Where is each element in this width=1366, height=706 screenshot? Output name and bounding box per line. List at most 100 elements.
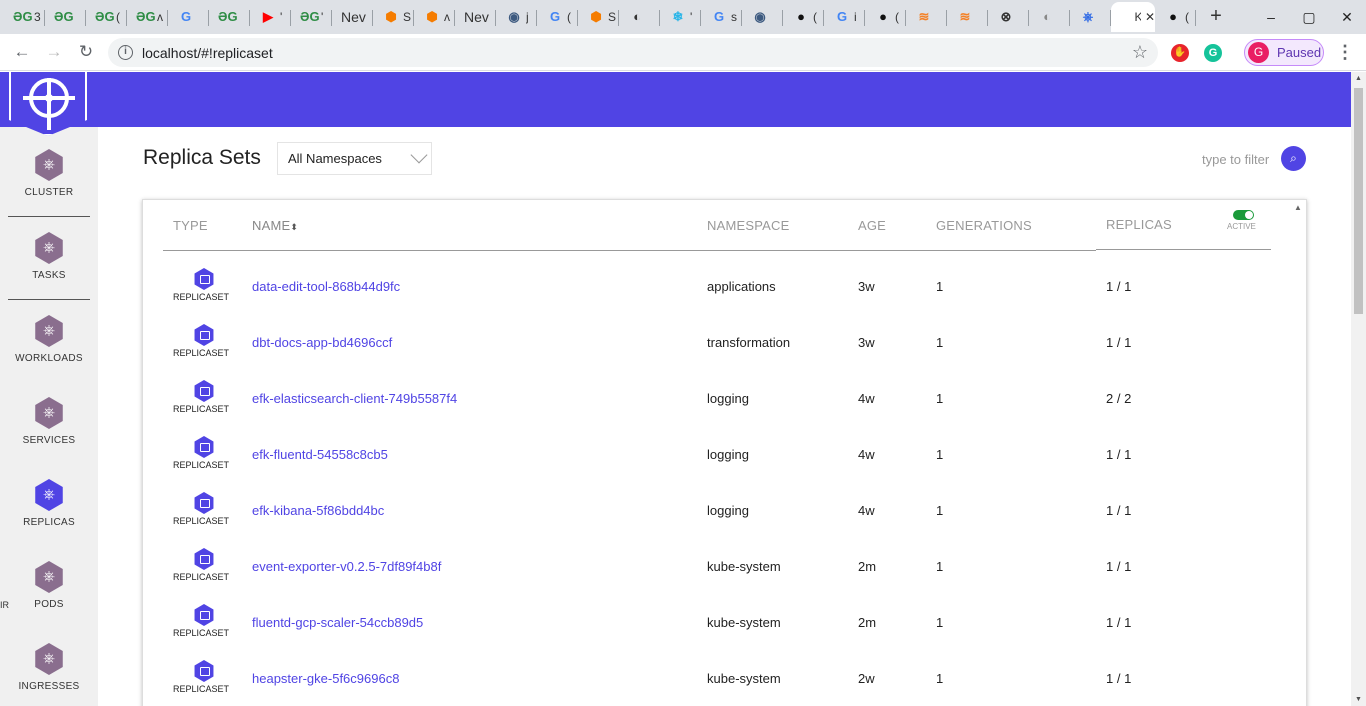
browser-tab[interactable]: G(	[537, 2, 578, 32]
replicaset-name-link[interactable]: heapster-gke-5f6c9696c8	[252, 671, 399, 686]
sort-icon[interactable]: ⬍	[290, 222, 298, 232]
browser-tab[interactable]: Gi	[824, 2, 865, 32]
forward-icon[interactable]: →	[44, 42, 64, 62]
browser-tab[interactable]: ƏG	[209, 2, 250, 32]
type-label: REPLICASET	[173, 348, 230, 358]
replicaset-icon	[194, 548, 214, 570]
browser-tab[interactable]: ●(	[865, 2, 906, 32]
replicaset-icon	[194, 436, 214, 458]
tab-favicon-icon: ◉	[754, 9, 766, 24]
maximize-button[interactable]: ▢	[1290, 0, 1328, 34]
sidebar-item-pods[interactable]: ⎈ PODS	[0, 561, 98, 610]
browser-tab[interactable]: ≋	[906, 2, 947, 32]
scrollbar-thumb[interactable]	[1354, 88, 1363, 314]
back-icon[interactable]: ←	[12, 42, 32, 62]
browser-tab[interactable]: ⎈	[1070, 2, 1111, 32]
tab-title: s	[731, 10, 737, 24]
tab-favicon-icon: Nev	[464, 9, 489, 25]
browser-tab-strip: ƏG 3 ƏG ƏG(ƏG ʌ G ƏG ▶ ' ƏG ' Nev ⬢ S ⬢ ʌ Nev ◉ j G(⬢ S ◐ ❄ ' Gs…	[0, 0, 1366, 34]
tab-list: ƏG 3 ƏG ƏG(ƏG ʌ G ƏG ▶ ' ƏG ' Nev ⬢ S ⬢ ʌ Nev ◉ j G(⬢ S ◐ ❄ ' Gs…	[4, 2, 1196, 34]
browser-tab[interactable]: ●(	[783, 2, 824, 32]
page-scrollbar[interactable]: ▲ ▼	[1351, 72, 1366, 706]
sidebar-item-ingresses[interactable]: ⎈ INGRESSES	[0, 643, 98, 692]
grammarly-extension-icon[interactable]: G	[1204, 44, 1222, 62]
tab-close-icon[interactable]: ✕	[1145, 10, 1155, 24]
new-tab-button[interactable]: +	[1206, 6, 1226, 28]
browser-tab[interactable]: ƏG ʌ	[127, 2, 168, 32]
active-toggle[interactable]	[1233, 210, 1254, 220]
page-viewport: ⎈ CLUSTER ⎈ TASKS ⎈ WORKLOADS ⎈ SERVICES ⎈ REPLIC…	[0, 72, 1351, 706]
chevron-down-icon	[410, 146, 428, 164]
namespace-select[interactable]: All Namespaces	[277, 142, 432, 175]
browser-tab[interactable]: ▶ '	[250, 2, 291, 32]
tab-favicon-icon: ƏG	[300, 9, 320, 24]
sidebar-item-cluster[interactable]: ⎈ CLUSTER	[0, 149, 98, 198]
table-scroll-up-icon[interactable]: ▲	[1294, 203, 1302, 212]
browser-tab[interactable]: ◉	[742, 2, 783, 32]
browser-tab[interactable]: ◉ j	[496, 2, 537, 32]
browser-tab[interactable]: ƏG '	[291, 2, 332, 32]
replicaset-name-link[interactable]: event-exporter-v0.2.5-7df89f4b8f	[252, 559, 441, 574]
browser-tab[interactable]: ❄ '	[660, 2, 701, 32]
search-icon[interactable]: ⌕	[1281, 146, 1306, 171]
replicaset-name-link[interactable]: efk-fluentd-54558c8cb5	[252, 447, 388, 462]
app-header	[0, 72, 1351, 127]
site-info-icon[interactable]: i	[118, 45, 133, 60]
namespace-cell: kube-system	[707, 671, 781, 686]
bookmark-star-icon[interactable]: ☆	[1132, 42, 1148, 63]
browser-tab[interactable]: ≋	[947, 2, 988, 32]
tab-favicon-icon: ƏG	[54, 9, 74, 24]
scroll-up-icon[interactable]: ▲	[1355, 75, 1362, 82]
profile-status: Paused	[1277, 45, 1322, 60]
browser-tab[interactable]: ƏG 3	[4, 2, 45, 32]
tab-active[interactable]: K ✕	[1111, 2, 1155, 32]
generations-cell: 1	[936, 615, 944, 630]
replicaset-name-link[interactable]: data-edit-tool-868b44d9fc	[252, 279, 400, 294]
sidebar-item-tasks[interactable]: ⎈ TASKS	[0, 232, 98, 281]
browser-tab[interactable]: ⬢ ʌ	[414, 2, 455, 32]
replicaset-name-link[interactable]: efk-elasticsearch-client-749b5587f4	[252, 391, 457, 406]
browser-tab[interactable]: Gs	[701, 2, 742, 32]
browser-tab[interactable]: ƏG(	[86, 2, 127, 32]
address-bar[interactable]: i localhost/#!replicaset ☆	[108, 38, 1158, 67]
browser-tab[interactable]: ◐	[1029, 2, 1070, 32]
browser-tab[interactable]: ƏG	[45, 2, 86, 32]
sidebar-item-label: WORKLOADS	[15, 353, 83, 364]
browser-tab[interactable]: ●(	[1155, 2, 1196, 32]
tab-favicon-icon: ƏG	[218, 9, 238, 24]
browser-tab[interactable]: ⊗	[988, 2, 1029, 32]
address-url[interactable]: localhost/#!replicaset	[142, 45, 273, 61]
close-window-button[interactable]: ✕	[1328, 0, 1366, 34]
replicaset-name-link[interactable]: dbt-docs-app-bd4696ccf	[252, 335, 392, 350]
age-cell: 4w	[858, 447, 875, 462]
browser-tab[interactable]: Nev	[455, 2, 496, 32]
adblock-extension-icon[interactable]: ✋	[1171, 44, 1189, 62]
scroll-down-icon[interactable]: ▼	[1355, 696, 1362, 703]
column-header-name[interactable]: NAME⬍	[252, 218, 298, 233]
replicaset-name-link[interactable]: fluentd-gcp-scaler-54ccb89d5	[252, 615, 423, 630]
sidebar-item-replicas[interactable]: ⎈ REPLICAS	[0, 479, 98, 528]
browser-tab[interactable]: ⬢ S	[578, 2, 619, 32]
tab-favicon-icon: G	[549, 9, 561, 24]
replicaset-icon	[194, 604, 214, 626]
replicaset-name-link[interactable]: efk-kibana-5f86bdd4bc	[252, 503, 384, 518]
tab-favicon-icon: ƏG	[13, 9, 33, 24]
tab-favicon-icon: ≋	[959, 9, 971, 24]
sidebar-item-services[interactable]: ⎈ SERVICES	[0, 397, 98, 446]
reload-icon[interactable]: ↻	[76, 42, 96, 62]
minimize-button[interactable]: –	[1252, 0, 1290, 34]
profile-button[interactable]: G Paused	[1244, 39, 1324, 66]
browser-tab[interactable]: Nev	[332, 2, 373, 32]
type-label: REPLICASET	[173, 516, 230, 526]
browser-tab[interactable]: ⬢ S	[373, 2, 414, 32]
sidebar-item-workloads[interactable]: ⎈ WORKLOADS	[0, 315, 98, 364]
browser-tab[interactable]: G	[168, 2, 209, 32]
browser-menu-icon[interactable]: ⋮	[1336, 42, 1354, 63]
browser-tab[interactable]: ◐	[619, 2, 660, 32]
tab-favicon-icon: ◐	[633, 9, 641, 24]
filter-input[interactable]: type to filter	[1202, 152, 1269, 167]
replicas-cell: 1 / 1	[1106, 335, 1132, 350]
tab-favicon-icon: ⬢	[426, 9, 438, 24]
page-title: Replica Sets	[143, 146, 261, 169]
tab-favicon-icon: ƏG	[136, 9, 156, 24]
